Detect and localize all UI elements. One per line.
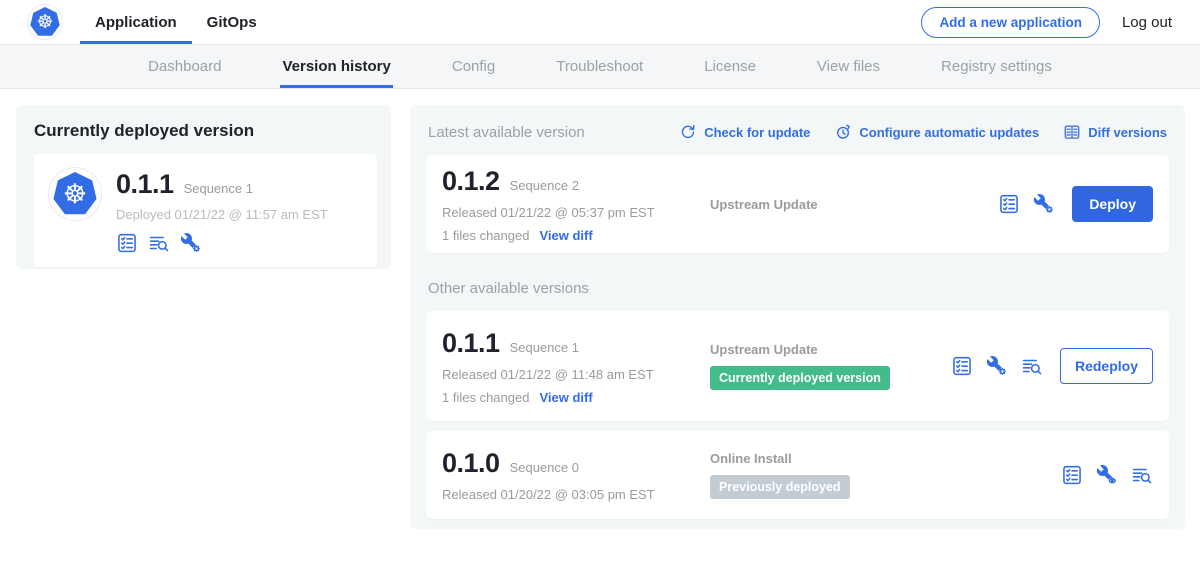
subnav-license[interactable]: License (702, 45, 758, 88)
tab-gitops[interactable]: GitOps (192, 0, 272, 44)
sequence-label: Sequence 2 (510, 178, 579, 193)
deploy-button[interactable]: Deploy (1072, 186, 1153, 222)
schedule-icon (834, 123, 852, 141)
release-notes-icon[interactable] (951, 355, 973, 377)
view-diff-link[interactable]: View diff (539, 390, 592, 405)
released-timestamp: Released 01/21/22 @ 05:37 pm EST (442, 205, 710, 220)
refresh-icon (679, 123, 697, 141)
subnav-config[interactable]: Config (450, 45, 497, 88)
subnav-dashboard[interactable]: Dashboard (146, 45, 223, 88)
currently-deployed-badge: Currently deployed version (710, 366, 890, 390)
version-number: 0.1.0 (442, 448, 500, 479)
subnav-troubleshoot[interactable]: Troubleshoot (554, 45, 645, 88)
configure-automatic-updates-link[interactable]: Configure automatic updates (834, 123, 1039, 141)
configure-icon[interactable] (986, 355, 1008, 377)
diff-versions-link[interactable]: Diff versions (1063, 123, 1167, 141)
deployed-version-number: 0.1.1 (116, 169, 174, 200)
released-timestamp: Released 01/20/22 @ 03:05 pm EST (442, 487, 710, 502)
version-source-label: Upstream Update (710, 197, 998, 212)
view-diff-link[interactable]: View diff (539, 228, 592, 243)
deployed-timestamp: Deployed 01/21/22 @ 11:57 am EST (116, 207, 328, 222)
deployed-sequence-label: Sequence 1 (184, 181, 253, 196)
configure-icon[interactable] (1033, 193, 1055, 215)
subnav-view-files[interactable]: View files (815, 45, 882, 88)
version-card-0-1-0: 0.1.0 Sequence 0 Released 01/20/22 @ 03:… (426, 431, 1169, 519)
deployed-card-title: Currently deployed version (34, 121, 377, 141)
logout-button[interactable]: Log out (1122, 14, 1172, 31)
versions-panel: Latest available version Check for updat… (410, 105, 1185, 529)
app-logo: ☸ (28, 0, 62, 44)
sequence-label: Sequence 1 (510, 340, 579, 355)
latest-version-title: Latest available version (428, 124, 585, 141)
check-for-update-link[interactable]: Check for update (679, 123, 810, 141)
subnav-version-history[interactable]: Version history (280, 45, 392, 88)
kubernetes-logo-icon: ☸ (28, 5, 62, 39)
configure-icon[interactable] (180, 232, 202, 254)
deployed-version-row: ☸ 0.1.1 Sequence 1 Deployed 01/21/22 @ 1… (34, 154, 377, 267)
subnav-registry-settings[interactable]: Registry settings (939, 45, 1054, 88)
version-number: 0.1.1 (442, 328, 500, 359)
top-nav: ☸ Application GitOps Add a new applicati… (0, 0, 1200, 45)
version-number: 0.1.2 (442, 166, 500, 197)
released-timestamp: Released 01/21/22 @ 11:48 am EST (442, 367, 710, 382)
release-notes-icon[interactable] (998, 193, 1020, 215)
release-notes-icon[interactable] (1061, 464, 1083, 486)
other-versions-title: Other available versions (428, 280, 1167, 297)
view-logs-icon[interactable] (1021, 355, 1043, 377)
diff-icon (1063, 123, 1081, 141)
tab-application[interactable]: Application (80, 0, 192, 44)
files-changed-label: 1 files changed (442, 228, 529, 243)
configure-view-icon[interactable] (1096, 464, 1118, 486)
currently-deployed-card: Currently deployed version ☸ 0.1.1 Seque… (16, 105, 391, 269)
main-content: Currently deployed version ☸ 0.1.1 Seque… (0, 89, 1200, 563)
version-card-0-1-2: 0.1.2 Sequence 2 Released 01/21/22 @ 05:… (426, 155, 1169, 253)
version-source-label: Upstream Update (710, 342, 951, 357)
view-logs-icon[interactable] (1131, 464, 1153, 486)
redeploy-button[interactable]: Redeploy (1060, 348, 1153, 384)
version-card-0-1-1: 0.1.1 Sequence 1 Released 01/21/22 @ 11:… (426, 311, 1169, 421)
view-logs-icon[interactable] (148, 232, 170, 254)
version-source-label: Online Install (710, 451, 1061, 466)
release-notes-icon[interactable] (116, 232, 138, 254)
files-changed-label: 1 files changed (442, 390, 529, 405)
sequence-label: Sequence 0 (510, 460, 579, 475)
app-subnav: Dashboard Version history Config Trouble… (0, 45, 1200, 89)
add-application-button[interactable]: Add a new application (921, 7, 1100, 38)
application-icon: ☸ (48, 167, 102, 221)
previously-deployed-badge: Previously deployed (710, 475, 850, 499)
